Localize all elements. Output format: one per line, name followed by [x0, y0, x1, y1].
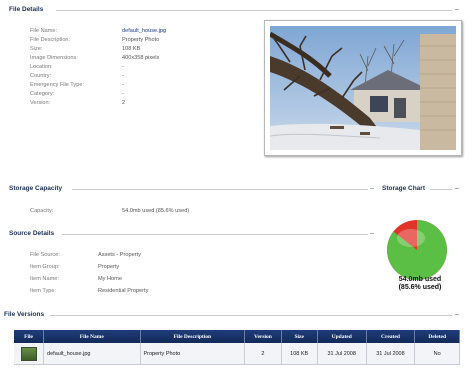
column-header[interactable]: Version	[244, 330, 282, 343]
storage-pie-chart	[387, 220, 447, 280]
collapse-icon[interactable]: –	[370, 230, 374, 237]
collapse-icon[interactable]: –	[455, 311, 459, 318]
property-photo[interactable]	[264, 20, 462, 156]
file-thumbnail-cell	[14, 343, 45, 365]
pie-highlight	[397, 229, 425, 247]
image-thumbnail-icon[interactable]	[20, 346, 37, 361]
collapse-icon[interactable]: –	[455, 185, 459, 192]
section-divider	[430, 189, 452, 190]
source-details-title: Source Details	[9, 230, 55, 237]
field-value: -	[122, 73, 124, 79]
column-header[interactable]: File Description	[140, 330, 246, 343]
capacity-label: Capacity:	[30, 208, 54, 214]
section-divider	[72, 189, 368, 190]
column-header[interactable]: Size	[281, 330, 318, 343]
chart-used-text: 54.0mb used	[398, 276, 442, 283]
version-cell: 2	[244, 343, 282, 365]
field-value: 400x358 pixels	[122, 55, 160, 61]
field-value: Property Photo	[122, 37, 160, 43]
column-header[interactable]: Deleted	[414, 330, 460, 343]
field-value: -	[122, 64, 124, 70]
field-label: Size:	[30, 46, 43, 52]
size-cell: 108 KB	[281, 343, 318, 365]
field-label: Image Dimensions:	[30, 55, 78, 61]
field-value: default_house.jpg	[122, 28, 167, 34]
field-label: Item Group:	[30, 264, 60, 270]
collapse-icon[interactable]: –	[455, 6, 459, 13]
field-value: 2	[122, 100, 126, 106]
field-label: Country:	[30, 73, 52, 79]
capacity-value: 54.0mb used (85.6% used)	[122, 208, 190, 214]
deleted-cell: No	[414, 343, 460, 365]
storage-capacity-title: Storage Capacity	[9, 185, 63, 192]
updated-cell: 31 Jul 2008	[317, 343, 367, 365]
table-header-row: File File Name File Description Version …	[14, 330, 460, 343]
section-divider	[56, 10, 452, 11]
field-value: Assets - Property	[98, 252, 141, 258]
file-details-title: File Details	[9, 6, 44, 13]
file-description-cell: Property Photo	[140, 343, 246, 365]
field-label: Version:	[30, 100, 51, 106]
field-label: File Source:	[30, 252, 60, 258]
file-versions-table: File File Name File Description Version …	[14, 330, 460, 365]
section-divider	[50, 315, 452, 316]
field-label: File Description:	[30, 37, 71, 43]
field-label: Emergency File Type:	[30, 82, 84, 88]
chart-percent-text: (85.6% used)	[398, 284, 442, 291]
storage-chart-title: Storage Chart	[382, 185, 425, 192]
section-divider	[62, 234, 368, 235]
column-header[interactable]: Created	[366, 330, 416, 343]
file-name-cell[interactable]: default_house.jpg	[43, 343, 141, 365]
field-label: Item Name:	[30, 276, 59, 282]
field-label: File Name:	[30, 28, 58, 34]
field-label: Category:	[30, 91, 55, 97]
file-versions-title: File Versions	[4, 311, 45, 318]
field-value: -	[122, 91, 124, 97]
field-value: -	[122, 82, 124, 88]
field-label: Location:	[30, 64, 53, 70]
created-cell: 31 Jul 2008	[366, 343, 416, 365]
collapse-icon[interactable]: –	[370, 185, 374, 192]
field-value: My Home	[98, 276, 122, 282]
column-header[interactable]: File Name	[43, 330, 141, 343]
column-header[interactable]: File	[14, 330, 45, 343]
field-label: Item Type:	[30, 288, 57, 294]
field-value: Residential Property	[98, 288, 149, 294]
house-photo-image	[270, 26, 456, 150]
column-header[interactable]: Updated	[317, 330, 367, 343]
field-value: 108 KB	[122, 46, 141, 52]
field-value: Property	[98, 264, 120, 270]
table-row[interactable]: default_house.jpg Property Photo 2 108 K…	[14, 343, 460, 365]
